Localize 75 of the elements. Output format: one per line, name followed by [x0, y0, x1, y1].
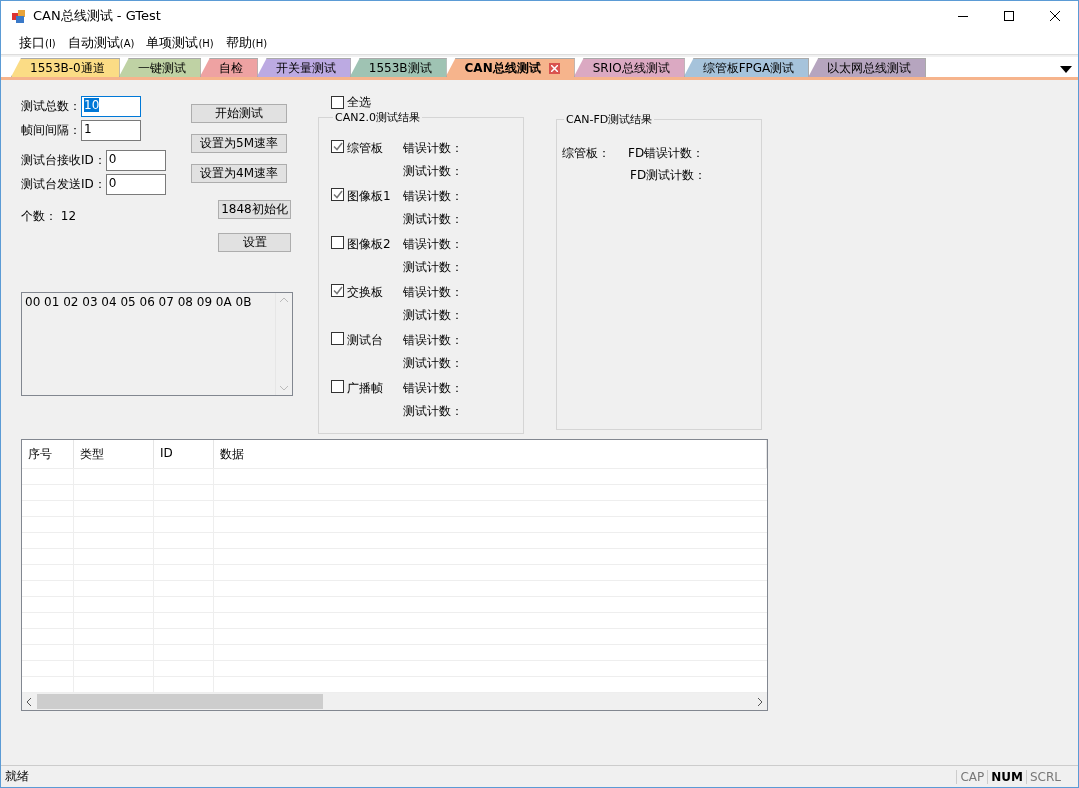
- tab[interactable]: 以太网总线测试: [808, 58, 927, 77]
- checkbox-label: 广播帧: [347, 380, 383, 397]
- field-label: 测试台接收ID：: [21, 151, 106, 169]
- count-label: 错误计数：: [403, 284, 463, 301]
- field-label: 帧间间隔：: [21, 121, 81, 139]
- tab[interactable]: 开关量测试: [256, 58, 351, 77]
- column-header[interactable]: ID: [154, 440, 214, 469]
- app-icon: [11, 8, 27, 24]
- tab[interactable]: 1553B-0通道: [11, 58, 120, 77]
- count-label: FD错误计数：: [628, 145, 706, 162]
- input-field[interactable]: 1: [81, 119, 141, 141]
- maximize-icon: [1004, 11, 1014, 21]
- count-label: 测试计数：: [403, 355, 463, 372]
- group-title: CAN-FD测试结果: [565, 112, 654, 127]
- tab[interactable]: SRIO总线测试: [573, 58, 685, 77]
- menu-item[interactable]: 自动测试(A): [61, 33, 141, 52]
- input-field[interactable]: 10: [81, 95, 141, 117]
- count-label: 错误计数：: [403, 380, 463, 397]
- checkbox[interactable]: [331, 284, 344, 297]
- checkbox-label: 综管板: [347, 140, 383, 157]
- checkbox-label: 交换板: [347, 284, 383, 301]
- status-indicator: SCRL: [1025, 769, 1064, 784]
- checkbox-label: 全选: [347, 93, 371, 111]
- scroll-left-icon[interactable]: [26, 697, 31, 706]
- checkbox[interactable]: [331, 236, 344, 249]
- checkbox-label: 图像板2: [347, 236, 391, 253]
- status-indicator: NUM: [987, 769, 1026, 784]
- checkbox[interactable]: [331, 188, 344, 201]
- tab[interactable]: 1553B测试: [349, 58, 447, 77]
- count-label: 测试计数：: [403, 211, 463, 228]
- count-label: 测试计数：: [403, 259, 463, 276]
- count-label: 错误计数：: [403, 188, 463, 205]
- action-button[interactable]: 1848初始化: [218, 200, 291, 219]
- count-label: FD测试计数：: [630, 167, 707, 184]
- menu-item[interactable]: 单项测试(H): [140, 33, 220, 52]
- checkbox-label: 图像板1: [347, 188, 391, 205]
- window-title: CAN总线测试 - GTest: [33, 7, 162, 25]
- checkbox[interactable]: [331, 95, 344, 109]
- action-button[interactable]: 设置: [218, 233, 291, 252]
- count-label: 错误计数：: [403, 332, 463, 349]
- action-button[interactable]: 设置为5M速率: [191, 134, 287, 153]
- column-header[interactable]: 序号: [22, 440, 74, 469]
- column-header[interactable]: 类型: [74, 440, 154, 469]
- tab[interactable]: CAN总线测试: [445, 58, 575, 77]
- count-label: 错误计数：: [403, 140, 463, 157]
- input-field[interactable]: 0: [105, 173, 166, 195]
- count-label: 测试计数：: [403, 307, 463, 324]
- checkbox[interactable]: [331, 140, 344, 153]
- checkbox[interactable]: [331, 380, 344, 393]
- field-label: 测试总数：: [21, 97, 81, 115]
- count-label: 错误计数：: [403, 236, 463, 253]
- action-button[interactable]: 开始测试: [191, 104, 287, 123]
- menu-item[interactable]: 帮助(H): [219, 33, 274, 52]
- tab[interactable]: 自检: [199, 58, 258, 77]
- field-label: 测试台发送ID：: [21, 175, 106, 193]
- count-text: 个数： 12: [21, 208, 78, 225]
- scrollbar-thumb[interactable]: [37, 694, 323, 709]
- count-label: 测试计数：: [403, 163, 463, 180]
- status-text: 就绪: [5, 768, 30, 785]
- action-button[interactable]: 设置为4M速率: [191, 164, 287, 183]
- menu-item[interactable]: 接口(I): [13, 33, 62, 52]
- tab[interactable]: 一键测试: [118, 58, 201, 77]
- status-indicator: CAP: [956, 769, 988, 784]
- tab[interactable]: 综管板FPGA测试: [683, 58, 810, 77]
- close-icon: [1050, 11, 1060, 21]
- board-label: 综管板：: [562, 145, 610, 162]
- minimize-icon: [958, 15, 968, 17]
- close-icon[interactable]: [548, 62, 560, 74]
- checkbox[interactable]: [331, 332, 344, 345]
- scroll-right-icon[interactable]: [758, 697, 763, 706]
- input-field[interactable]: 0: [105, 149, 166, 171]
- group-title: CAN2.0测试结果: [334, 110, 421, 125]
- column-header[interactable]: 数据: [214, 440, 767, 469]
- checkbox-label: 测试台: [347, 332, 383, 349]
- count-label: 测试计数：: [403, 403, 463, 420]
